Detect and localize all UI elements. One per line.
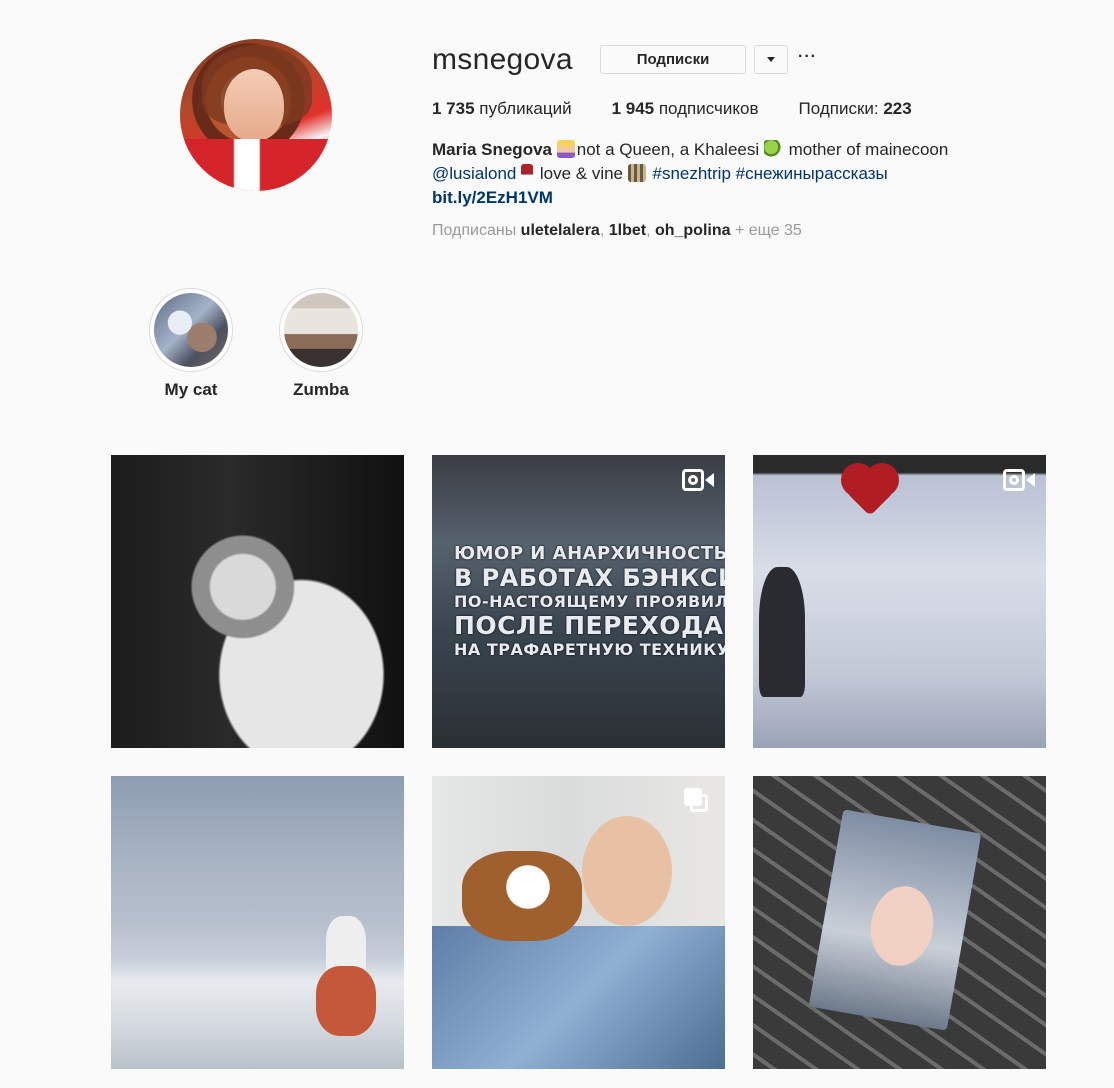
profile-stats: 1 735 публикаций 1 945 подписчиков Подпи… (432, 99, 952, 119)
dragon-emoji-icon (763, 140, 782, 158)
highlight-cover (154, 293, 228, 367)
dog-shape (462, 851, 582, 941)
following-button[interactable]: Подписки (600, 45, 746, 74)
story-highlight-my-cat[interactable]: My cat (148, 288, 234, 400)
person-head-shape (582, 816, 672, 926)
bio-website-link[interactable]: bit.ly/2EzH1VM (432, 186, 1072, 210)
highlight-ring (279, 288, 363, 372)
username: msnegova (432, 43, 573, 76)
story-highlight-zumba[interactable]: Zumba (278, 288, 364, 400)
posts-stat: 1 735 публикаций (432, 99, 572, 119)
profile-avatar[interactable] (180, 39, 332, 191)
following-stat[interactable]: Подписки: 223 (799, 99, 912, 119)
hashtag-link-1[interactable]: #snezhtrip (652, 164, 730, 183)
carousel-icon (684, 788, 710, 814)
followed-by-prefix: Подписаны (432, 222, 517, 239)
posts-label: публикаций (479, 99, 572, 118)
followed-by-user-1[interactable]: uletelalera (521, 222, 600, 239)
followers-count: 1 945 (611, 99, 655, 118)
post-thumbnail-5[interactable] (432, 776, 725, 1069)
overlay-line-5: НА ТРАФАРЕТНУЮ ТЕХНИКУ (454, 640, 725, 659)
denim-jacket-shape (432, 926, 725, 1069)
highlight-ring (149, 288, 233, 372)
balloon-shape (845, 467, 895, 517)
more-options-icon[interactable]: ··· (798, 48, 818, 70)
followed-by-user-2[interactable]: 1lbet (609, 222, 646, 239)
avatar-jacket (180, 139, 332, 191)
full-name: Maria Snegova (432, 140, 552, 159)
mention-link[interactable]: @lusialond (432, 164, 516, 183)
bio-line1-b: mother of mainecoon (788, 140, 949, 159)
hashtag-link-2[interactable]: #снежинырассказы (736, 164, 888, 183)
following-count: 223 (883, 99, 912, 118)
followers-label: подписчиков (658, 99, 759, 118)
post-thumbnail-3[interactable] (753, 455, 1046, 748)
profile-bio: Maria Snegova not a Queen, a Khaleesi mo… (432, 138, 1072, 210)
overlay-line-4: ПОСЛЕ ПЕРЕХОДА (454, 611, 724, 640)
post-thumbnail-2[interactable]: ЮМОР И АНАРХИЧНОСТЬ В РАБОТАХ БЭНКСИ ПО-… (432, 455, 725, 748)
video-camera-icon (682, 469, 714, 491)
overlay-line-3: ПО-НАСТОЯЩЕМУ ПРОЯВИЛИСЬ (454, 592, 725, 611)
toy-body-shape (316, 966, 376, 1036)
girl-silhouette (759, 567, 805, 697)
followed-by: Подписаны uletelalera, 1lbet, oh_polina … (432, 222, 802, 239)
overlay-line-1: ЮМОР И АНАРХИЧНОСТЬ (454, 543, 725, 564)
film-frames-emoji-icon (627, 164, 646, 182)
caret-down-icon (767, 57, 775, 62)
followers-stat[interactable]: 1 945 подписчиков (612, 99, 759, 119)
video-camera-icon (1003, 469, 1035, 491)
followed-by-user-3[interactable]: oh_polina (655, 222, 731, 239)
highlight-cover (284, 293, 358, 367)
post-thumbnail-6[interactable] (753, 776, 1046, 1069)
suggestions-dropdown-button[interactable] (754, 45, 788, 74)
highlight-label: My cat (164, 380, 218, 399)
post-thumbnail-1[interactable] (111, 455, 404, 748)
following-label: Подписки: (798, 99, 879, 118)
queen-emoji-icon (556, 140, 575, 158)
overlay-line-2: В РАБОТАХ БЭНКСИ (454, 564, 725, 592)
highlight-label: Zumba (293, 380, 349, 399)
bio-love-vine: love & vine (539, 164, 624, 183)
post-overlay-text: ЮМОР И АНАРХИЧНОСТЬ В РАБОТАХ БЭНКСИ ПО-… (454, 543, 725, 659)
avatar-face (224, 69, 284, 141)
bio-line1-a: not a Queen, a Khaleesi (576, 140, 760, 159)
followed-by-more[interactable]: + еще 35 (735, 222, 802, 239)
wine-glass-emoji-icon (521, 164, 534, 182)
post-thumbnail-4[interactable] (111, 776, 404, 1069)
posts-count: 1 735 (432, 99, 475, 118)
